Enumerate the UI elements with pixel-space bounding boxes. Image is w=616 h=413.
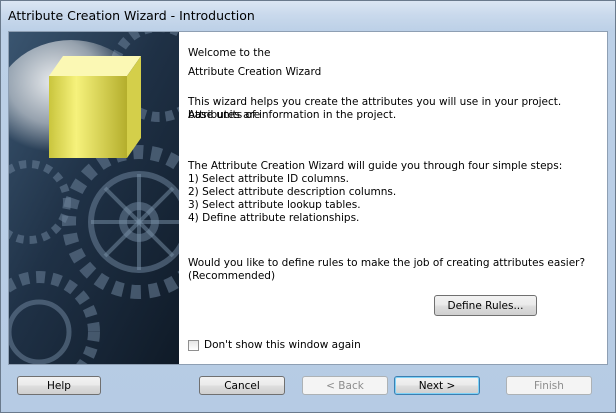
step-item: 3) Select attribute lookup tables. — [188, 199, 361, 211]
wizard-content: Welcome to the Attribute Creation Wizard… — [8, 31, 608, 365]
steps-intro: The Attribute Creation Wizard will guide… — [188, 160, 563, 172]
description-line-2: base units of information in the project… — [188, 109, 397, 121]
title-bar[interactable]: Attribute Creation Wizard - Introduction — [1, 1, 615, 31]
next-button[interactable]: Next > — [394, 376, 480, 395]
window-title: Attribute Creation Wizard - Introduction — [8, 8, 255, 23]
welcome-line-2: Attribute Creation Wizard — [188, 66, 322, 78]
help-button[interactable]: Help — [17, 376, 101, 395]
cancel-button[interactable]: Cancel — [199, 376, 285, 395]
wizard-banner-image — [9, 32, 179, 364]
define-rules-button[interactable]: Define Rules... — [434, 295, 537, 316]
step-item: 4) Define attribute relationships. — [188, 212, 360, 224]
finish-button[interactable]: Finish — [506, 376, 592, 395]
question-line-1: Would you like to define rules to make t… — [188, 257, 586, 269]
welcome-line-1: Welcome to the — [188, 47, 271, 59]
back-button[interactable]: < Back — [302, 376, 388, 395]
dont-show-again-option[interactable]: Don't show this window again — [188, 338, 361, 352]
question-line-2: (Recommended) — [188, 270, 276, 282]
wizard-window: Attribute Creation Wizard - Introduction — [0, 0, 616, 413]
step-item: 2) Select attribute description columns. — [188, 186, 397, 198]
dont-show-again-label: Don't show this window again — [204, 339, 361, 351]
dont-show-again-checkbox[interactable] — [188, 339, 199, 351]
step-item: 1) Select attribute ID columns. — [188, 173, 349, 185]
